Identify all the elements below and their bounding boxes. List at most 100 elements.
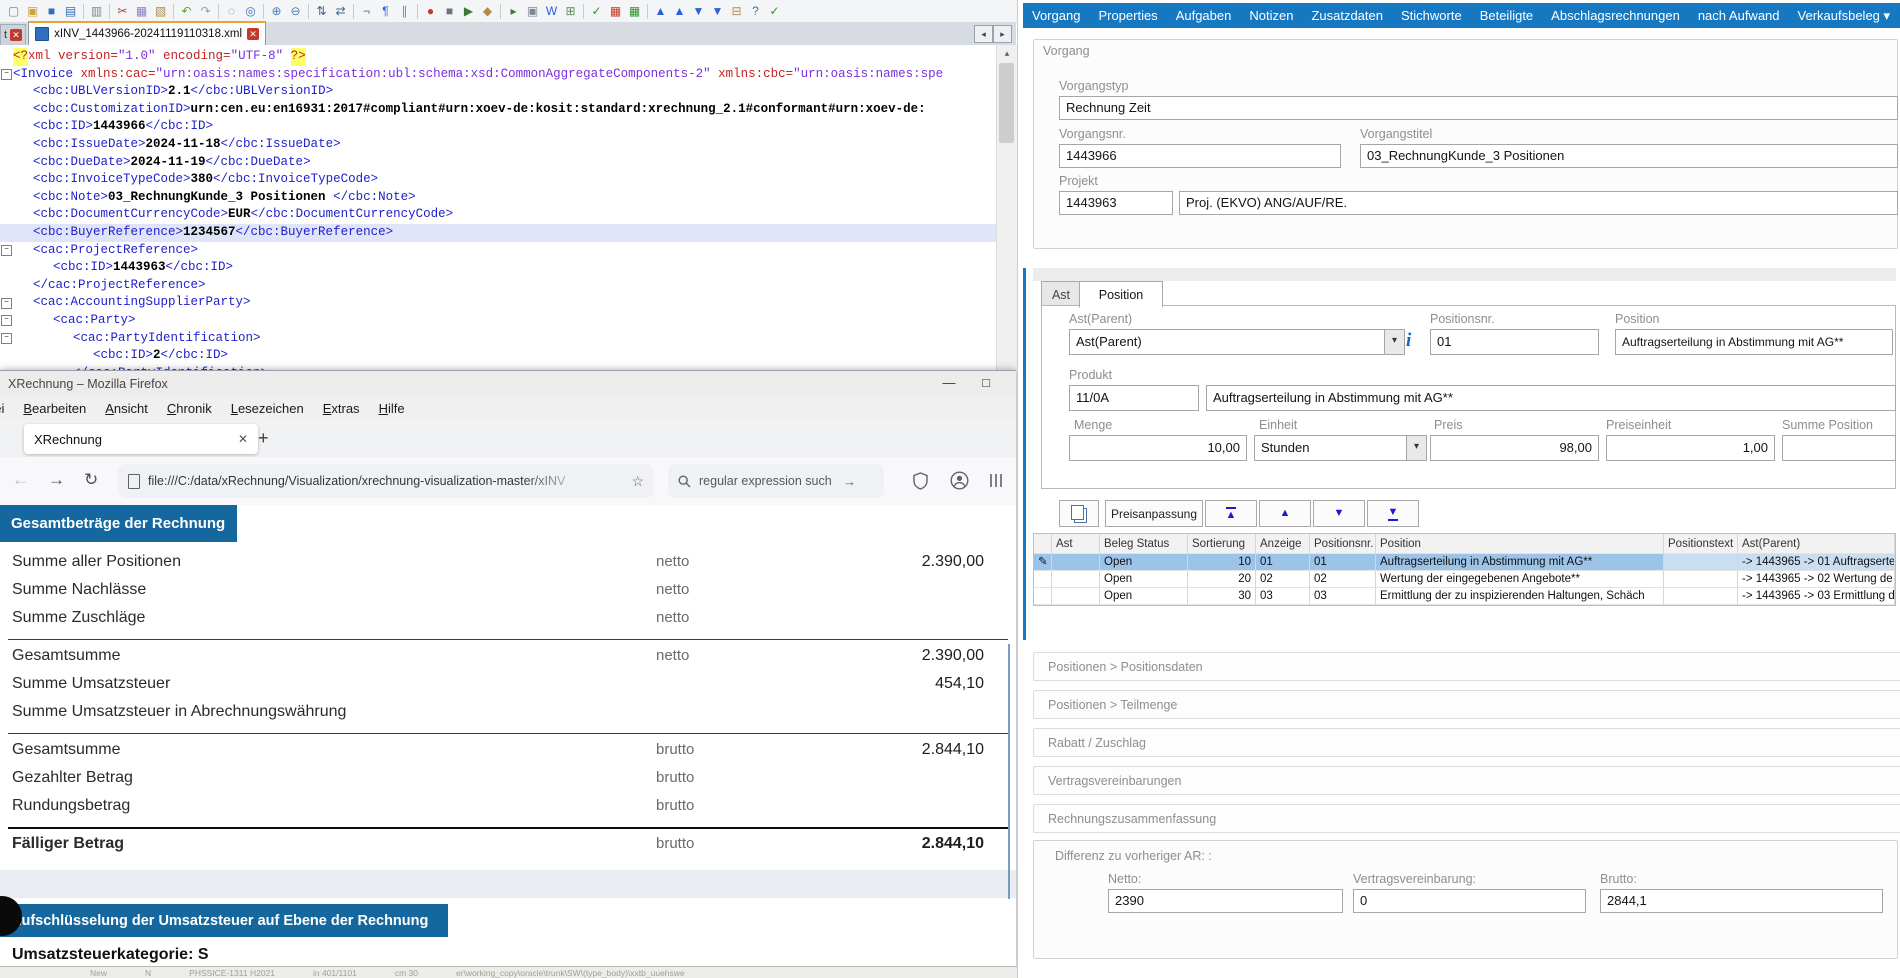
move-bottom-button[interactable]: ▼ [1367,500,1419,527]
stop-macro-icon[interactable]: ■ [441,3,458,20]
new-tab-button[interactable]: + [258,428,269,449]
table-cell[interactable]: Open [1100,588,1188,605]
astparent-combobox[interactable]: Ast(Parent) ▾ [1069,329,1405,355]
table-cell[interactable] [1664,554,1738,571]
xml-code-line[interactable]: <cbc:ID>1443966</cbc:ID> [0,118,996,136]
xml-code-line[interactable]: <cbc:IssueDate>2024-11-18</cbc:IssueDate… [0,136,996,154]
menu-item-datei[interactable]: Datei [0,401,4,416]
indent-guide-icon[interactable]: ∥ [396,3,413,20]
einheit-combobox[interactable]: Stunden ▾ [1254,435,1427,461]
minimize-button[interactable]: — [937,375,961,390]
summe-position-field[interactable] [1782,435,1896,461]
xml-code-line[interactable]: <cbc:DueDate>2024-11-19</cbc:DueDate> [0,154,996,172]
fold-collapse-icon[interactable]: − [1,69,12,80]
xml-tools-a-icon[interactable]: ▦ [607,3,624,20]
tab-position[interactable]: Position [1079,281,1163,308]
bookmark-star-icon[interactable]: ☆ [631,473,644,490]
xml-code-line[interactable]: <cbc:DocumentCurrencyCode>EUR</cbc:Docum… [0,206,996,224]
print-icon[interactable]: ▥ [88,3,105,20]
table-cell[interactable]: Wertung der eingegebenen Angebote** [1376,571,1664,588]
vorgangstyp-field[interactable]: Rechnung Zeit [1059,96,1898,120]
xml-tools-b-icon[interactable]: ▦ [626,3,643,20]
table-cell[interactable]: 01 [1310,554,1376,571]
xml-code-line[interactable]: <?xml version="1.0" encoding="UTF-8" ?> [0,48,996,66]
compare-icon[interactable]: ⊟ [728,3,745,20]
notepadpp-partial-tab[interactable]: t ✕ [0,24,26,45]
table-cell[interactable]: -> 1443965 -> 03 Ermittlung d [1738,588,1895,605]
table-cell[interactable] [1664,571,1738,588]
move-top-button[interactable]: ▲ [1205,500,1257,527]
row-edit-cell[interactable] [1034,571,1052,588]
scroll-up-icon[interactable]: ▴ [997,45,1017,62]
menu-item-hilfe[interactable]: Hilfe [379,401,405,416]
table-cell[interactable] [1052,588,1100,605]
erp-tab-properties[interactable]: Properties [1089,8,1166,23]
column-header[interactable]: Positionstext [1664,534,1738,554]
produkt-code-field[interactable]: 11/0A [1069,385,1199,411]
row-edit-cell[interactable]: ✎ [1034,554,1052,571]
xml-code-line[interactable]: <cbc:ID>1443963</cbc:ID> [0,259,996,277]
new-file-icon[interactable]: ▢ [5,3,22,20]
xml-check-icon[interactable]: ✓ [588,3,605,20]
redo-icon[interactable]: ↷ [197,3,214,20]
table-cell[interactable]: 03 [1256,588,1310,605]
table-cell[interactable]: 10 [1188,554,1256,571]
chevron-down-icon[interactable]: ▾ [1406,436,1426,460]
table-row[interactable]: ✎Open100101Auftragserteilung in Abstimmu… [1034,554,1895,571]
info-icon[interactable]: i [1406,330,1411,352]
menu-item-chronik[interactable]: Chronik [167,401,212,416]
scrollbar-thumb[interactable] [999,63,1014,143]
library-icon[interactable] [988,472,1004,489]
show-all-chars-icon[interactable]: ¶ [377,3,394,20]
erp-tab-vorgang[interactable]: Vorgang [1023,8,1089,23]
xml-code-line[interactable]: <cbc:Note>03_RechnungKunde_3 Positionen … [0,189,996,207]
menu-item-bearbeiten[interactable]: Bearbeiten [23,401,86,416]
table-row[interactable]: Open200202Wertung der eingegebenen Angeb… [1034,571,1895,588]
xml-code-line[interactable]: −<cac:PartyIdentification> [0,330,996,348]
vorgangstitel-field[interactable]: 03_RechnungKunde_3 Positionen [1360,144,1898,168]
erp-tab-aufgaben[interactable]: Aufgaben [1167,8,1241,23]
xml-code-line[interactable]: <cbc:InvoiceTypeCode>380</cbc:InvoiceTyp… [0,171,996,189]
xml-code-line[interactable]: <cbc:BuyerReference>1234567</cbc:BuyerRe… [0,224,996,242]
reload-icon[interactable]: ↻ [84,470,98,490]
xml-code-line[interactable]: <cbc:CustomizationID>urn:cen.eu:en16931:… [0,101,996,119]
record-macro-icon[interactable]: ● [422,3,439,20]
table-cell[interactable]: -> 1443965 -> 01 Auftragserte [1738,554,1895,571]
table-cell[interactable]: Open [1100,554,1188,571]
table-row[interactable]: Open300303Ermittlung der zu inspizierend… [1034,588,1895,605]
notepadpp-active-tab[interactable]: xINV_1443966-20241119110318.xml ✕ [28,21,266,45]
table-cell[interactable]: 30 [1188,588,1256,605]
url-text[interactable]: file:///C:/data/xRechnung/Visualization/… [148,474,588,488]
accordion-rabatt-zuschlag[interactable]: Rabatt / Zuschlag [1033,728,1900,757]
column-header[interactable] [1034,534,1052,554]
xml-code-line[interactable]: −<cac:Party> [0,312,996,330]
erp-tab-notizen[interactable]: Notizen [1240,8,1302,23]
chevron-down-icon[interactable]: ▾ [1384,330,1404,354]
table-cell[interactable] [1052,571,1100,588]
sort-desc-icon[interactable]: ▼ [690,3,707,20]
close-tab-icon[interactable]: ✕ [238,432,248,446]
netto-field[interactable]: 2390 [1108,889,1343,913]
cut-icon[interactable]: ✂ [114,3,131,20]
save-macro-icon[interactable]: ◆ [479,3,496,20]
xml-code-line[interactable]: <cbc:UBLVersionID>2.1</cbc:UBLVersionID> [0,83,996,101]
table-cell[interactable]: 20 [1188,571,1256,588]
preis-field[interactable]: 98,00 [1430,435,1599,461]
erp-tab-verkaufsbeleg[interactable]: Verkaufsbeleg ▾ [1789,8,1900,24]
fold-collapse-icon[interactable]: − [1,315,12,326]
column-header[interactable]: Positionsnr. [1310,534,1376,554]
replace-icon[interactable]: ◎ [242,3,259,20]
column-header[interactable]: Ast(Parent) [1738,534,1895,554]
move-up-button[interactable]: ▲ [1259,500,1311,527]
column-header[interactable]: Beleg Status [1100,534,1188,554]
position-field[interactable]: Auftragserteilung in Abstimmung mit AG** [1615,329,1893,355]
run-icon[interactable]: ▸ [505,3,522,20]
close-tab-icon[interactable]: ✕ [10,29,22,41]
table-cell[interactable]: 01 [1256,554,1310,571]
play-macro-icon[interactable]: ▶ [460,3,477,20]
row-edit-cell[interactable] [1034,588,1052,605]
xml-code-line[interactable]: <cbc:ID>2</cbc:ID> [0,347,996,365]
accordion-vertragsvereinbarungen[interactable]: Vertragsvereinbarungen [1033,766,1900,795]
forward-icon[interactable]: → [48,470,65,490]
firefox-titlebar[interactable]: XRechnung – Mozilla Firefox — □ [0,371,1016,397]
